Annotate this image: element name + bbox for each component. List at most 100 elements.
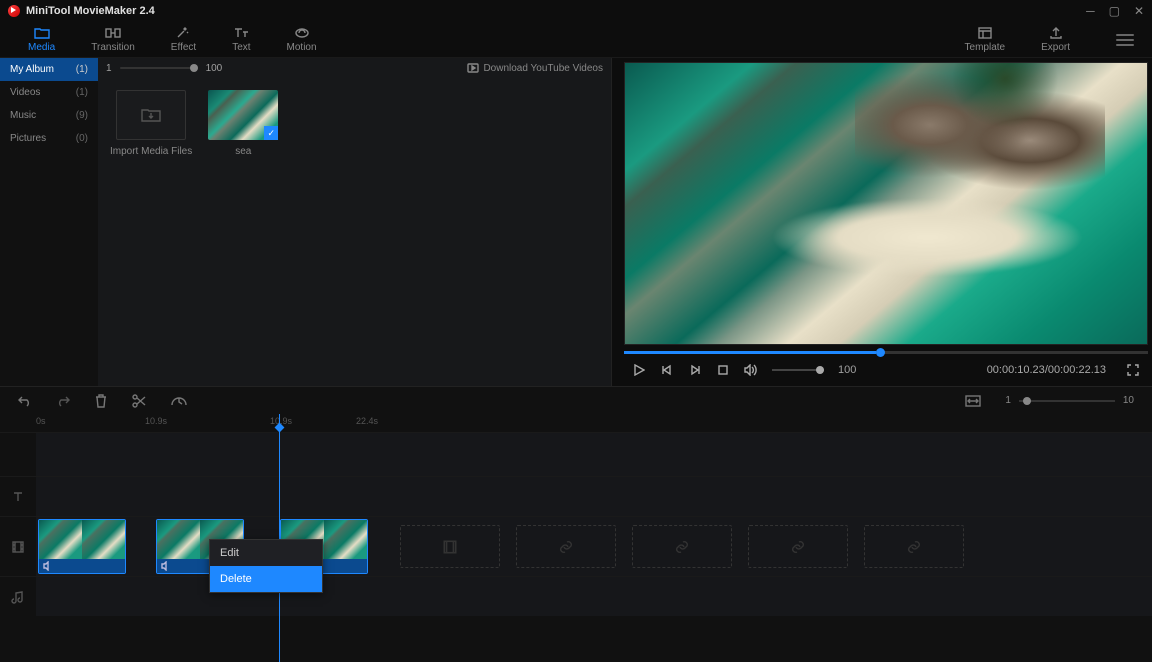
media-thumbnail: [208, 90, 278, 140]
undo-button[interactable]: [18, 394, 32, 408]
maximize-button[interactable]: ▢: [1109, 4, 1120, 18]
sidebar-item-count: (9): [76, 110, 88, 121]
tab-transition-label: Transition: [91, 42, 135, 53]
stop-icon: [717, 364, 729, 376]
template-label: Template: [965, 42, 1006, 53]
split-button[interactable]: [132, 394, 146, 408]
media-clip-label: sea: [235, 146, 251, 157]
playhead[interactable]: [279, 414, 280, 662]
context-menu: Edit Delete: [209, 539, 323, 593]
fit-button[interactable]: [965, 395, 981, 407]
audio-track[interactable]: [0, 576, 1152, 616]
sidebar-item-label: Videos: [10, 87, 40, 98]
tab-effect[interactable]: Effect: [153, 24, 214, 55]
tab-motion[interactable]: Motion: [269, 24, 335, 55]
thumb-zoom-max: 100: [206, 63, 223, 74]
import-media-label: Import Media Files: [110, 146, 192, 157]
sidebar-item-count: (0): [76, 133, 88, 144]
clip-audio-icon: [161, 561, 171, 571]
link-icon: [791, 540, 805, 554]
sidebar-item-album[interactable]: My Album (1): [0, 58, 98, 81]
timeline-clip[interactable]: [38, 519, 126, 574]
tab-media-label: Media: [28, 42, 55, 53]
tab-media[interactable]: Media: [10, 24, 73, 55]
ruler-mark: 10.9s: [145, 416, 167, 426]
context-delete[interactable]: Delete: [210, 566, 322, 592]
play-button[interactable]: [632, 363, 646, 377]
timeline-ruler[interactable]: 0s 10.9s 10.9s 22.4s: [0, 414, 1152, 432]
sidebar-item-label: My Album: [10, 64, 54, 75]
sidebar-item-label: Music: [10, 110, 36, 121]
link-icon: [559, 540, 573, 554]
sidebar-item-pictures[interactable]: Pictures (0): [0, 127, 98, 150]
clip-audio-icon: [43, 561, 53, 571]
redo-button[interactable]: [56, 394, 70, 408]
speed-button[interactable]: [170, 394, 188, 408]
prev-frame-button[interactable]: [660, 363, 674, 377]
timeline-zoom-min: 1: [1005, 395, 1011, 406]
text-icon: [233, 26, 249, 40]
spacer-track: [0, 432, 1152, 476]
delete-button[interactable]: [94, 394, 108, 408]
export-button[interactable]: Export: [1023, 24, 1088, 55]
preview-panel: 100 00:00:10.23/00:00:22.13: [612, 58, 1152, 386]
tab-transition[interactable]: Transition: [73, 24, 153, 55]
timecode: 00:00:10.23/00:00:22.13: [987, 364, 1106, 376]
video-track-icon: [0, 517, 36, 576]
effect-icon: [175, 26, 191, 40]
tab-text[interactable]: Text: [214, 24, 268, 55]
import-media-button[interactable]: Import Media Files: [110, 90, 192, 157]
sidebar-item-count: (1): [76, 87, 88, 98]
playback-progress[interactable]: [624, 351, 1148, 354]
prev-frame-icon: [661, 364, 673, 376]
stop-button[interactable]: [716, 363, 730, 377]
ruler-mark: 22.4s: [356, 416, 378, 426]
link-icon: [675, 540, 689, 554]
clip-placeholder[interactable]: [632, 525, 732, 568]
timeline-toolbar: 1 10: [0, 386, 1152, 414]
menu-button[interactable]: [1108, 27, 1142, 53]
close-button[interactable]: ✕: [1134, 4, 1144, 18]
context-edit[interactable]: Edit: [210, 540, 322, 566]
download-youtube-label: Download YouTube Videos: [483, 63, 603, 74]
next-frame-button[interactable]: [688, 363, 702, 377]
sidebar-item-count: (1): [76, 64, 88, 75]
clip-placeholder[interactable]: [516, 525, 616, 568]
clip-placeholder[interactable]: [400, 525, 500, 568]
sidebar-item-music[interactable]: Music (9): [0, 104, 98, 127]
timeline-zoom-slider[interactable]: [1019, 400, 1115, 402]
text-track[interactable]: [0, 476, 1152, 516]
minimize-button[interactable]: ─: [1086, 4, 1095, 18]
volume-slider[interactable]: [772, 369, 824, 371]
link-icon: [907, 540, 921, 554]
template-button[interactable]: Template: [947, 24, 1024, 55]
tab-text-label: Text: [232, 42, 250, 53]
clip-placeholder[interactable]: [864, 525, 964, 568]
motion-icon: [294, 26, 310, 40]
export-label: Export: [1041, 42, 1070, 53]
video-track[interactable]: [0, 516, 1152, 576]
media-panel: 1 100 Download YouTube Videos Import Med…: [98, 58, 612, 386]
clip-placeholder[interactable]: [748, 525, 848, 568]
audio-track-icon: [0, 577, 36, 616]
export-icon: [1048, 26, 1064, 40]
import-folder-icon: [141, 107, 161, 123]
media-clip-sea[interactable]: sea: [208, 90, 278, 157]
thumb-zoom-min: 1: [106, 63, 112, 74]
filmstrip-icon: [442, 539, 458, 555]
sidebar-item-label: Pictures: [10, 133, 46, 144]
app-logo-icon: [8, 5, 20, 17]
fullscreen-icon: [1127, 364, 1139, 376]
next-frame-icon: [689, 364, 701, 376]
timeline-zoom-max: 10: [1123, 395, 1134, 406]
text-track-icon: [0, 477, 36, 516]
volume-value: 100: [838, 364, 856, 376]
preview-canvas[interactable]: [624, 62, 1148, 345]
download-youtube-button[interactable]: Download YouTube Videos: [467, 63, 603, 74]
fullscreen-button[interactable]: [1126, 363, 1140, 377]
media-sidebar: My Album (1) Videos (1) Music (9) Pictur…: [0, 58, 98, 386]
volume-button[interactable]: [744, 363, 758, 377]
ruler-mark: 0s: [36, 416, 46, 426]
thumb-zoom-slider[interactable]: [120, 67, 198, 69]
sidebar-item-videos[interactable]: Videos (1): [0, 81, 98, 104]
